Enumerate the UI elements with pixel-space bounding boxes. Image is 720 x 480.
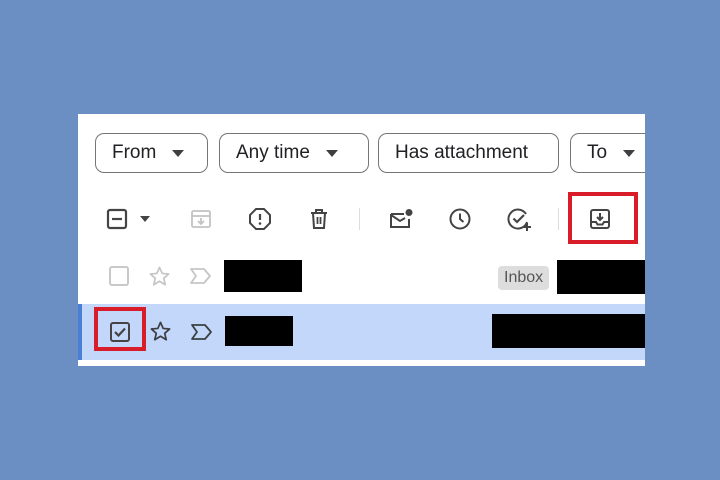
any-time-filter-label: Any time bbox=[236, 142, 310, 163]
from-filter-label: From bbox=[112, 142, 157, 163]
to-filter-chip[interactable]: To bbox=[570, 133, 645, 173]
archive-button[interactable] bbox=[186, 204, 216, 234]
any-time-filter-chip[interactable]: Any time bbox=[219, 133, 369, 173]
redacted-sender bbox=[224, 260, 302, 292]
has-attachment-filter-label: Has attachment bbox=[395, 142, 529, 163]
select-all-checkbox-icon bbox=[106, 208, 150, 230]
toolbar-divider bbox=[359, 208, 360, 230]
checked-checkbox-icon[interactable] bbox=[109, 321, 131, 343]
from-filter-chip[interactable]: From bbox=[95, 133, 208, 173]
delete-icon bbox=[311, 209, 327, 229]
select-all-checkbox[interactable] bbox=[103, 204, 157, 234]
mark-unread-icon bbox=[390, 209, 413, 228]
redacted-sender bbox=[225, 316, 293, 346]
snooze-icon bbox=[449, 208, 471, 230]
redacted-subject bbox=[557, 260, 645, 294]
move-to-inbox-button[interactable] bbox=[585, 204, 615, 234]
toolbar-divider bbox=[558, 208, 559, 230]
chevron-down-icon bbox=[623, 149, 636, 157]
archive-icon bbox=[191, 210, 211, 228]
importance-marker-icon[interactable] bbox=[190, 322, 214, 342]
mark-unread-button[interactable] bbox=[386, 204, 416, 234]
bulk-action-toolbar bbox=[78, 194, 645, 244]
chevron-down-icon bbox=[325, 149, 338, 157]
to-filter-label: To bbox=[587, 142, 608, 163]
chevron-down-icon bbox=[172, 149, 185, 157]
search-filter-chips: From Any time Has attachment To bbox=[78, 114, 645, 194]
inbox-label-badge: Inbox bbox=[498, 266, 550, 290]
move-to-inbox-icon bbox=[590, 209, 610, 229]
star-icon[interactable] bbox=[148, 265, 171, 288]
report-spam-icon bbox=[249, 208, 271, 230]
report-spam-button[interactable] bbox=[245, 204, 275, 234]
email-row[interactable]: Inbox bbox=[78, 250, 645, 302]
delete-button[interactable] bbox=[304, 204, 334, 234]
star-icon[interactable] bbox=[149, 320, 172, 343]
redacted-subject bbox=[492, 314, 645, 348]
has-attachment-filter-chip[interactable]: Has attachment bbox=[378, 133, 559, 173]
email-row-selected[interactable] bbox=[78, 304, 645, 360]
add-to-tasks-icon bbox=[507, 208, 531, 231]
importance-marker-icon[interactable] bbox=[189, 266, 213, 286]
email-list-panel: From Any time Has attachment To Inbox bbox=[78, 114, 645, 366]
row-checkbox-icon[interactable] bbox=[108, 265, 130, 287]
add-to-tasks-button[interactable] bbox=[504, 204, 534, 234]
snooze-button[interactable] bbox=[445, 204, 475, 234]
